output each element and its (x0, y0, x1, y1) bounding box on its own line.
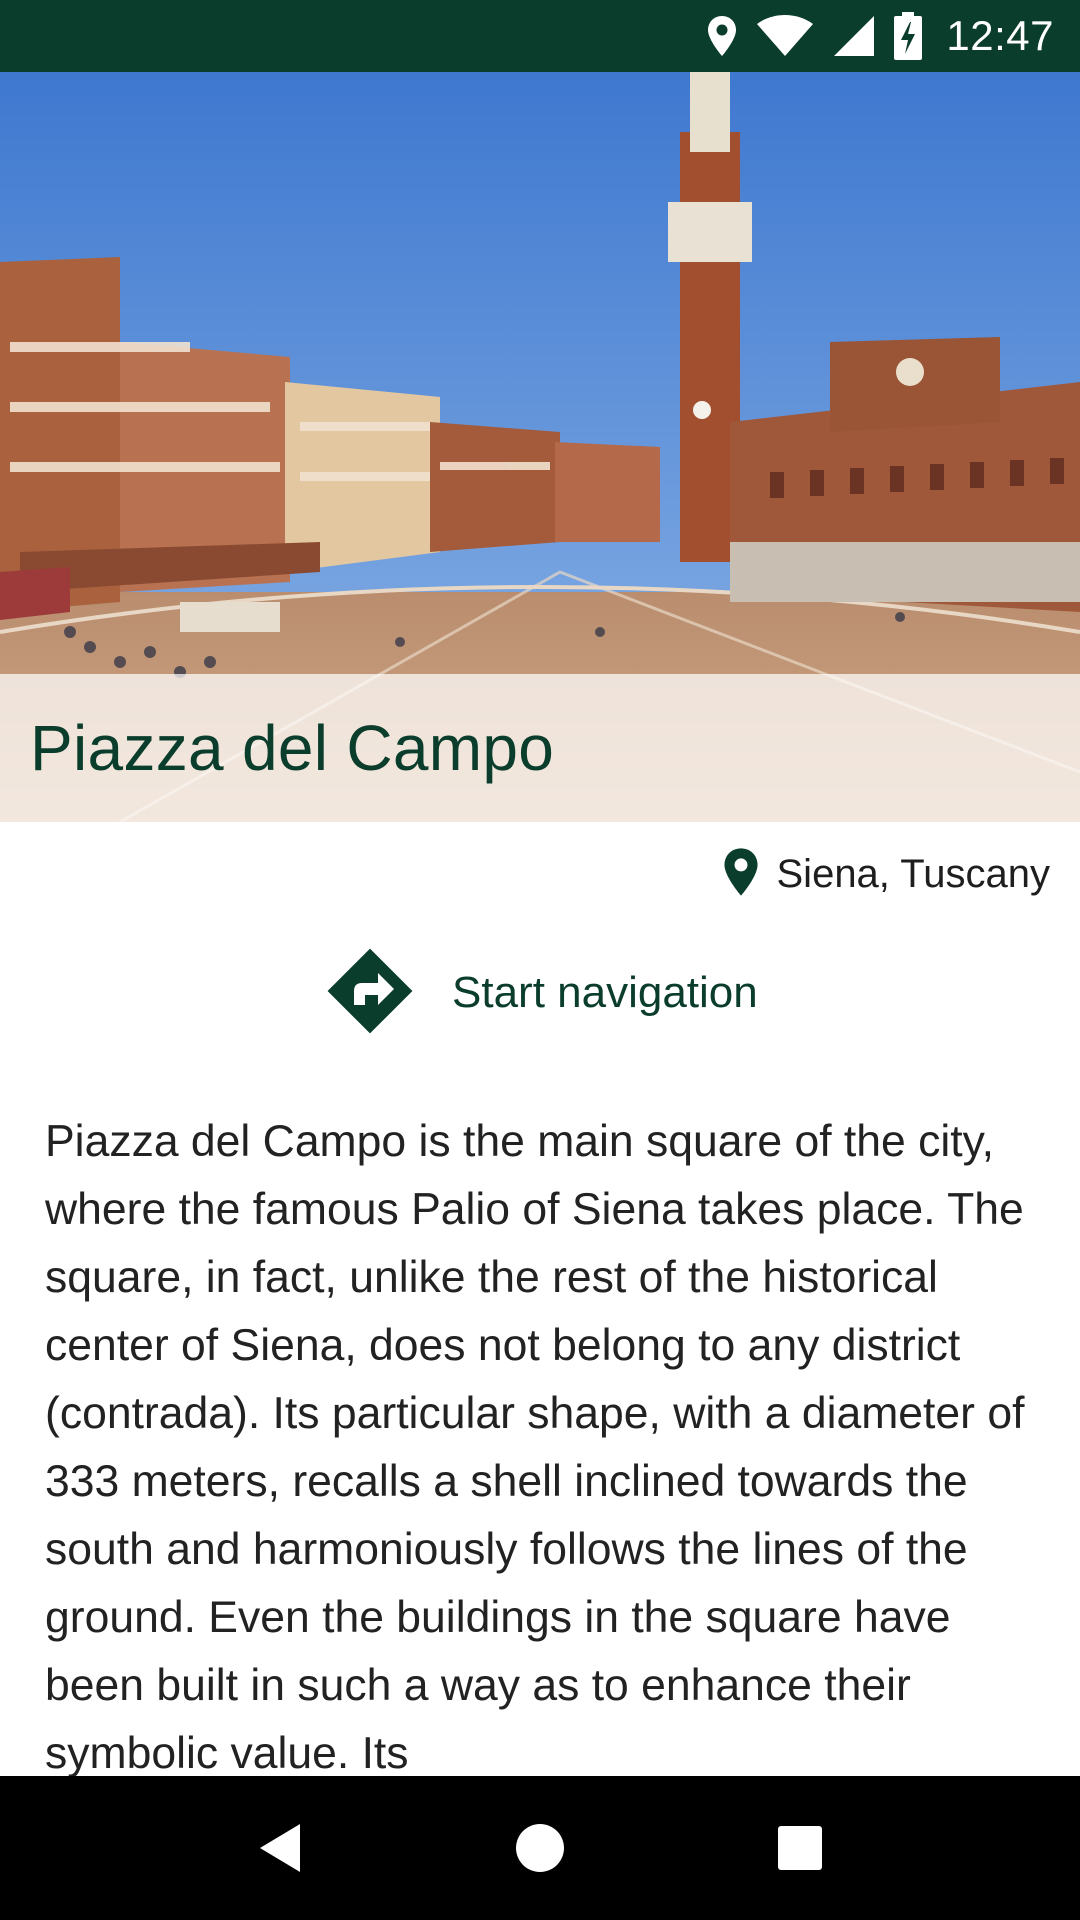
wifi-icon (756, 14, 814, 58)
location-pin-icon (721, 846, 761, 903)
signal-icon (832, 14, 876, 58)
description-text: Piazza del Campo is the main square of t… (45, 1117, 1025, 1776)
hero-image: Piazza del Campo (0, 72, 1080, 822)
hero-title-band: Piazza del Campo (0, 674, 1080, 822)
location-row: Siena, Tuscany (0, 822, 1080, 926)
status-time: 12:47 (946, 12, 1054, 59)
location-pin-icon (706, 14, 738, 58)
home-icon[interactable] (485, 1793, 595, 1903)
directions-icon (318, 939, 422, 1048)
battery-charging-icon (894, 12, 923, 60)
start-navigation-label: Start navigation (452, 968, 758, 1017)
start-navigation-button[interactable]: Start navigation (318, 940, 778, 1046)
page-title: Piazza del Campo (30, 712, 555, 784)
recents-icon[interactable] (745, 1793, 855, 1903)
status-bar: 12:47 (0, 0, 1080, 72)
back-icon[interactable] (225, 1793, 335, 1903)
location-text: Siena, Tuscany (776, 851, 1051, 896)
system-nav-bar (0, 1776, 1080, 1920)
